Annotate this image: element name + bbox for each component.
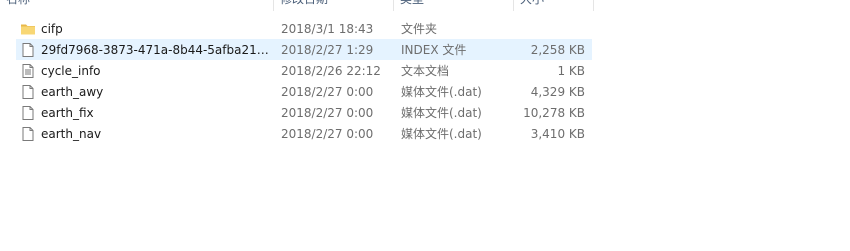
file-name: earth_awy bbox=[41, 84, 104, 99]
file-size: 10,278 KB bbox=[523, 105, 585, 120]
file-name: earth_fix bbox=[41, 105, 94, 120]
file-icon bbox=[20, 126, 36, 142]
file-row[interactable]: earth_awy 2018/2/27 0:00 媒体文件(.dat) 4,32… bbox=[16, 81, 592, 102]
file-date: 2018/2/27 1:29 bbox=[281, 42, 374, 57]
file-list: cifp 2018/3/1 18:43 文件夹 29fd7968-3873-47… bbox=[16, 18, 592, 144]
file-type: INDEX 文件 bbox=[401, 43, 467, 57]
file-type: 媒体文件(.dat) bbox=[401, 85, 482, 99]
file-date: 2018/2/27 0:00 bbox=[281, 105, 374, 120]
column-header-type[interactable]: 类型 bbox=[394, 0, 514, 11]
file-size: 3,410 KB bbox=[530, 126, 585, 141]
file-row[interactable]: cycle_info 2018/2/26 22:12 文本文档 1 KB bbox=[16, 60, 592, 81]
file-row[interactable]: earth_nav 2018/2/27 0:00 媒体文件(.dat) 3,41… bbox=[16, 123, 592, 144]
file-name: cycle_info bbox=[41, 63, 101, 78]
file-row[interactable]: earth_fix 2018/2/27 0:00 媒体文件(.dat) 10,2… bbox=[16, 102, 592, 123]
file-date: 2018/2/27 0:00 bbox=[281, 126, 374, 141]
file-name: cifp bbox=[41, 21, 63, 36]
file-row-selected[interactable]: 29fd7968-3873-471a-8b44-5afba214... 2018… bbox=[16, 39, 592, 60]
file-icon bbox=[20, 84, 36, 100]
file-type: 文件夹 bbox=[401, 22, 438, 36]
file-date: 2018/3/1 18:43 bbox=[281, 21, 374, 36]
file-explorer: 名称 修改日期 类型 大小 cifp 2018/3/1 18:43 文件夹 bbox=[0, 0, 850, 251]
file-size: 2,258 KB bbox=[530, 42, 585, 57]
file-date: 2018/2/26 22:12 bbox=[281, 63, 381, 78]
file-icon bbox=[20, 105, 36, 121]
folder-icon bbox=[20, 21, 36, 37]
file-type: 媒体文件(.dat) bbox=[401, 127, 482, 141]
file-type: 文本文档 bbox=[401, 64, 450, 78]
file-date: 2018/2/27 0:00 bbox=[281, 84, 374, 99]
file-name: earth_nav bbox=[41, 126, 102, 141]
file-size: 1 KB bbox=[557, 63, 585, 78]
file-row[interactable]: cifp 2018/3/1 18:43 文件夹 bbox=[16, 18, 592, 39]
file-type: 媒体文件(.dat) bbox=[401, 106, 482, 120]
column-header-name[interactable]: 名称 bbox=[0, 0, 274, 11]
text-file-icon bbox=[20, 63, 36, 79]
column-header-date[interactable]: 修改日期 bbox=[274, 0, 394, 11]
file-icon bbox=[20, 42, 36, 58]
file-size: 4,329 KB bbox=[530, 84, 585, 99]
column-header-bar: 名称 修改日期 类型 大小 bbox=[0, 0, 596, 11]
column-header-size[interactable]: 大小 bbox=[514, 0, 594, 11]
file-name: 29fd7968-3873-471a-8b44-5afba214... bbox=[41, 42, 273, 57]
